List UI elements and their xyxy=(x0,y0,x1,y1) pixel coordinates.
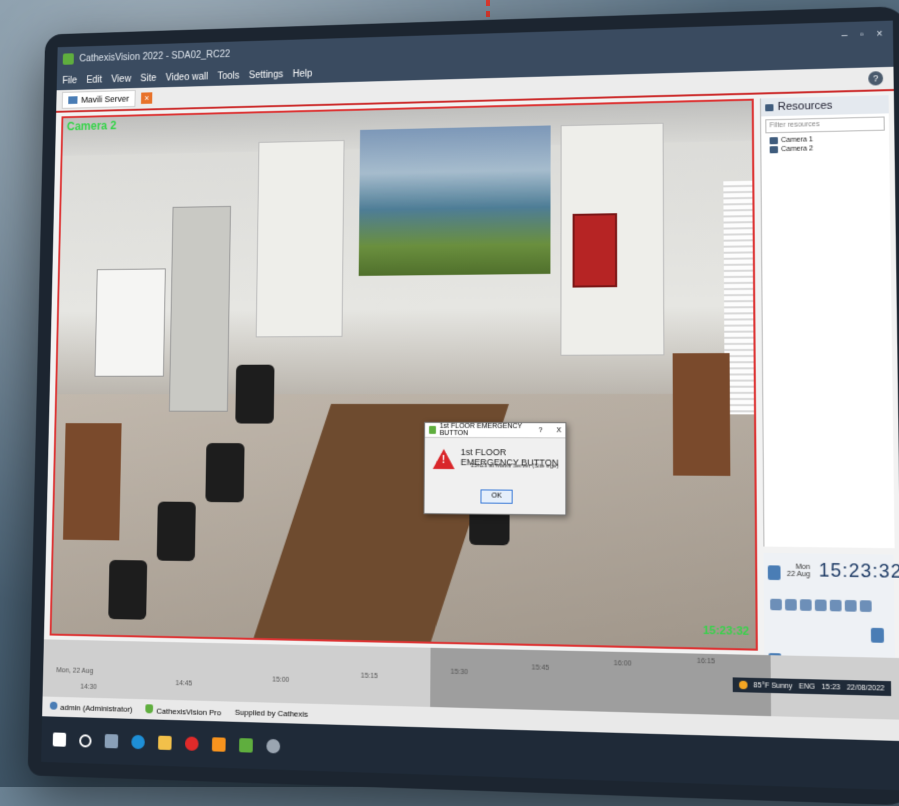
file-explorer-icon[interactable] xyxy=(158,736,172,750)
resource-label: Camera 2 xyxy=(781,145,813,153)
task-view-icon[interactable] xyxy=(105,734,119,748)
window-controls: – ▫ × xyxy=(842,28,894,41)
minimize-button[interactable]: – xyxy=(842,30,848,41)
menu-file[interactable]: File xyxy=(62,75,77,86)
timeline-tick: 14:30 xyxy=(80,684,97,691)
filter-resources-input[interactable]: Filter resources xyxy=(765,116,885,133)
resources-title: Resources xyxy=(778,100,833,113)
app-logo-icon xyxy=(429,426,436,434)
monitor-icon xyxy=(68,96,77,104)
camera-name-overlay: Camera 2 xyxy=(67,119,117,133)
status-product: CathexisVision Pro xyxy=(146,704,222,717)
timeline-recorded-region xyxy=(430,648,771,716)
settings-app-icon[interactable] xyxy=(266,739,280,754)
camera-icon xyxy=(770,137,778,144)
resource-label: Camera 1 xyxy=(781,136,813,144)
resources-icon xyxy=(765,104,773,111)
close-window-button[interactable]: × xyxy=(876,28,882,39)
edge-browser-icon[interactable] xyxy=(131,735,145,749)
weather-sun-icon xyxy=(739,681,748,690)
camera-view[interactable]: Camera 2 15:23:32 1st FLOOR EMERGENCY BU… xyxy=(50,99,758,651)
menu-settings[interactable]: Settings xyxy=(249,69,283,80)
skip-back-button[interactable] xyxy=(770,599,782,611)
opera-browser-icon[interactable] xyxy=(185,736,199,750)
room-whiteboard xyxy=(95,268,166,376)
timeline-tick: 15:45 xyxy=(531,664,549,672)
step-forward-button[interactable] xyxy=(845,600,857,612)
dialog-close-button[interactable]: X xyxy=(557,427,562,434)
dialog-titlebar: 1st FLOOR EMERGENCY BUTTON ? X xyxy=(425,423,565,438)
wall-panel-left xyxy=(256,140,345,337)
warning-icon-mark: ! xyxy=(442,455,445,466)
chair xyxy=(157,502,196,562)
projected-landscape xyxy=(359,125,551,275)
maximize-button[interactable]: ▫ xyxy=(860,29,864,40)
help-icon[interactable]: ? xyxy=(868,71,883,85)
room-door xyxy=(169,206,231,412)
menu-view[interactable]: View xyxy=(111,74,131,85)
chair xyxy=(108,560,147,620)
menu-video-wall[interactable]: Video wall xyxy=(166,71,209,83)
timeline-tick: 16:15 xyxy=(697,658,715,666)
step-back-button[interactable] xyxy=(785,599,797,611)
playback-buttons xyxy=(770,599,872,612)
playback-time[interactable]: 15:23:32 xyxy=(819,560,899,583)
chair xyxy=(235,365,274,424)
export-icon[interactable] xyxy=(871,628,884,643)
menu-site[interactable]: Site xyxy=(140,73,156,84)
skip-forward-button[interactable] xyxy=(860,600,872,612)
status-supplier: Supplied by Cathexis xyxy=(235,707,308,718)
tray-date[interactable]: 22/08/2022 xyxy=(847,684,885,692)
tray-weather[interactable]: 85°F Sunny xyxy=(753,682,792,690)
app-logo-icon xyxy=(63,53,74,65)
camera-timestamp-overlay: 15:23:32 xyxy=(703,625,749,638)
ok-button[interactable]: OK xyxy=(480,489,512,503)
resource-item-camera-2[interactable]: Camera 2 xyxy=(761,143,889,155)
resources-header: Resources xyxy=(761,95,889,116)
menu-edit[interactable]: Edit xyxy=(86,74,102,85)
search-icon[interactable] xyxy=(79,734,92,747)
cathexis-app-icon[interactable] xyxy=(239,738,253,753)
cabinet-right xyxy=(673,353,731,476)
timeline-tick: 15:30 xyxy=(450,669,468,677)
fire-alarm-panel xyxy=(573,213,618,287)
dialog-message: 15h23 at Mavili Server (Site ege) xyxy=(471,463,559,470)
shield-icon xyxy=(146,704,154,713)
camera-icon xyxy=(770,146,778,153)
plus-app-icon[interactable] xyxy=(212,737,226,752)
tray-clock[interactable]: 15:23 xyxy=(821,683,840,691)
dialog-title: 1st FLOOR EMERGENCY BUTTON xyxy=(440,423,535,437)
monitor-frame: CathexisVision 2022 - SDA02_RC22 – ▫ × F… xyxy=(28,6,899,806)
status-product-label: CathexisVision Pro xyxy=(156,706,221,717)
tab-mavili-server[interactable]: Mavili Server xyxy=(62,90,136,109)
resources-panel: Resources Filter resources Camera 1 Came… xyxy=(760,95,895,548)
calendar-icon[interactable] xyxy=(768,565,781,580)
user-icon xyxy=(50,702,58,710)
status-user-label: admin (Administrator) xyxy=(60,703,132,714)
alarm-dialog: 1st FLOOR EMERGENCY BUTTON ? X ! 1st FLO… xyxy=(423,422,566,516)
rewind-button[interactable] xyxy=(800,599,812,611)
windows-start-icon[interactable] xyxy=(53,732,66,746)
screen: CathexisVision 2022 - SDA02_RC22 – ▫ × F… xyxy=(41,21,899,791)
menu-tools[interactable]: Tools xyxy=(217,70,239,81)
playback-date: Mon 22 Aug xyxy=(787,564,810,579)
timeline-tick: 14:45 xyxy=(175,680,192,687)
cabinet-left xyxy=(63,423,122,540)
tab-close-button[interactable]: × xyxy=(141,92,152,104)
tab-label: Mavili Server xyxy=(81,94,129,105)
tray-language[interactable]: ENG xyxy=(799,683,815,691)
timeline-date: Mon, 22 Aug xyxy=(56,667,93,675)
play-button[interactable] xyxy=(830,600,842,612)
chair xyxy=(205,443,244,502)
timeline-tick: 16:00 xyxy=(614,660,632,668)
pause-button[interactable] xyxy=(815,599,827,611)
dialog-help-button[interactable]: ? xyxy=(538,427,542,434)
window-title: CathexisVision 2022 - SDA02_RC22 xyxy=(79,49,230,64)
status-user: admin (Administrator) xyxy=(50,702,133,714)
timeline-tick: 15:00 xyxy=(272,676,289,683)
timeline-tick: 15:15 xyxy=(361,673,378,681)
menu-help[interactable]: Help xyxy=(293,68,313,79)
playback-day-date: 22 Aug xyxy=(787,571,810,579)
